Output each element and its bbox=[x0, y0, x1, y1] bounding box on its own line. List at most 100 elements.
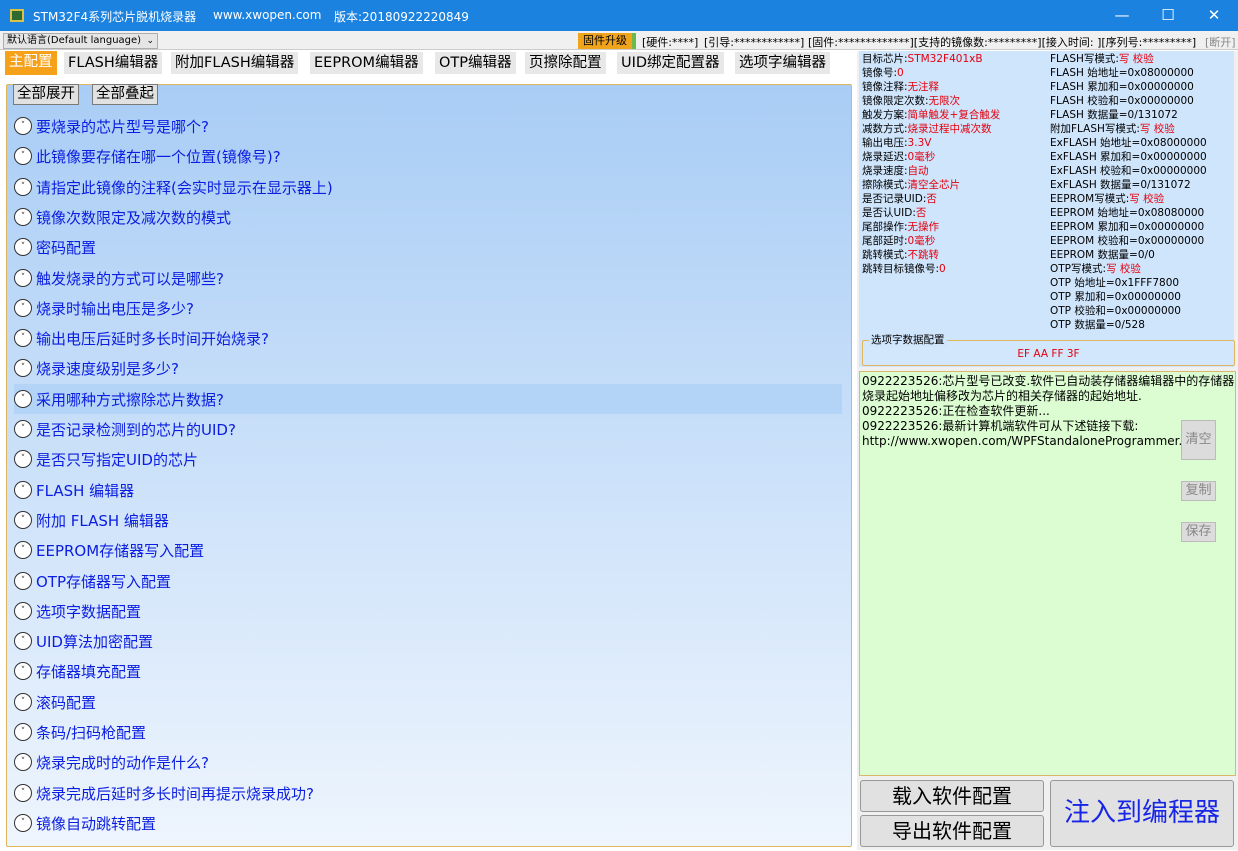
summary-key: 镜像限定次数: bbox=[862, 95, 929, 107]
title-bar: STM32F4系列芯片脱机烧录器 www.xwopen.com 版本:20180… bbox=[0, 0, 1238, 31]
config-expander[interactable]: ˅ 是否记录检测到的芯片的UID? bbox=[14, 414, 842, 444]
chevron-down-icon[interactable]: ˅ bbox=[14, 481, 32, 499]
expander-label: 密码配置 bbox=[36, 239, 97, 257]
config-expander[interactable]: ˅ 要烧录的芯片型号是哪个? bbox=[14, 111, 842, 141]
clear-button[interactable]: 清空 bbox=[1181, 420, 1216, 460]
chevron-down-icon[interactable]: ˅ bbox=[14, 572, 32, 590]
summary-value: 无注释 bbox=[907, 81, 940, 93]
copy-button[interactable]: 复制 bbox=[1181, 481, 1216, 501]
chevron-down-icon[interactable]: ˅ bbox=[14, 541, 32, 559]
config-expander[interactable]: ˅ UID算法加密配置 bbox=[14, 626, 842, 656]
config-expander[interactable]: ˅ 烧录完成时的动作是什么? bbox=[14, 747, 842, 777]
firmware-upgrade-button[interactable]: 固件升级 bbox=[578, 33, 636, 49]
tab-option-bytes[interactable]: 选项字编辑器 bbox=[735, 52, 830, 74]
chevron-down-icon[interactable]: ˅ bbox=[14, 723, 32, 741]
summary-row: FLASH 累加和=0x00000000 bbox=[1050, 80, 1233, 94]
summary-row: EEPROM 累加和=0x00000000 bbox=[1050, 220, 1233, 234]
load-config-button[interactable]: 载入软件配置 bbox=[860, 780, 1044, 812]
tab-uid-binding[interactable]: UID绑定配置器 bbox=[617, 52, 724, 74]
chevron-down-icon[interactable]: ˅ bbox=[14, 238, 32, 256]
config-expander[interactable]: ˅ 条码/扫码枪配置 bbox=[14, 717, 842, 747]
log-area[interactable]: 0922223526:芯片型号已改变.软件已自动装存储器编辑器中的存储器 烧录起始… bbox=[859, 371, 1236, 776]
config-expander[interactable]: ˅ 请指定此镜像的注释(会实时显示在显示器上) bbox=[14, 172, 842, 202]
summary-row: 是否认UID:否 bbox=[862, 206, 1047, 220]
chevron-down-icon[interactable]: ˅ bbox=[14, 450, 32, 468]
expander-label: 镜像次数限定及减次数的模式 bbox=[36, 209, 232, 227]
config-expander[interactable]: ˅ 此镜像要存储在哪一个位置(镜像号)? bbox=[14, 141, 842, 171]
summary-row: 尾部操作:无操作 bbox=[862, 220, 1047, 234]
config-expander[interactable]: ˅ 滚码配置 bbox=[14, 687, 842, 717]
tab-page-erase[interactable]: 页擦除配置 bbox=[525, 52, 606, 74]
config-expander[interactable]: ˅ 烧录完成后延时多长时间再提示烧录成功? bbox=[14, 778, 842, 808]
config-expander[interactable]: ˅ FLASH 编辑器 bbox=[14, 475, 842, 505]
summary-row: FLASH 始地址=0x08000000 bbox=[1050, 66, 1233, 80]
config-expander[interactable]: ˅ 采用哪种方式擦除芯片数据? bbox=[14, 384, 842, 414]
chevron-down-icon[interactable]: ˅ bbox=[14, 299, 32, 317]
summary-row: 输出电压:3.3V bbox=[862, 136, 1047, 150]
language-select[interactable]: 默认语言(Default language) ⌄ bbox=[3, 33, 158, 49]
config-expander[interactable]: ˅ OTP存储器写入配置 bbox=[14, 566, 842, 596]
close-icon[interactable]: ✕ bbox=[1191, 0, 1237, 31]
chevron-down-icon[interactable]: ˅ bbox=[14, 269, 32, 287]
summary-key: 是否认UID: bbox=[862, 207, 916, 219]
chevron-down-icon[interactable]: ˅ bbox=[14, 753, 32, 771]
save-button[interactable]: 保存 bbox=[1181, 522, 1216, 542]
config-expander[interactable]: ˅ EEPROM存储器写入配置 bbox=[14, 535, 842, 565]
config-expander[interactable]: ˅ 是否只写指定UID的芯片 bbox=[14, 444, 842, 474]
summary-row: OTP 校验和=0x00000000 bbox=[1050, 304, 1233, 318]
summary-key: FLASH写模式: bbox=[1050, 53, 1119, 65]
chevron-down-icon[interactable]: ˅ bbox=[14, 662, 32, 680]
summary-key: 镜像号: bbox=[862, 67, 898, 79]
chevron-down-icon[interactable]: ˅ bbox=[14, 784, 32, 802]
maximize-icon[interactable]: ☐ bbox=[1145, 0, 1191, 31]
summary-key: EEPROM 数据量=0/0 bbox=[1050, 249, 1155, 261]
chevron-down-icon[interactable]: ˅ bbox=[14, 602, 32, 620]
summary-key: 跳转模式: bbox=[862, 249, 908, 261]
chevron-down-icon[interactable]: ˅ bbox=[14, 147, 32, 165]
chevron-down-icon[interactable]: ˅ bbox=[14, 693, 32, 711]
chevron-down-icon[interactable]: ˅ bbox=[14, 329, 32, 347]
config-expander[interactable]: ˅ 镜像自动跳转配置 bbox=[14, 808, 842, 838]
summary-key: 是否记录UID: bbox=[862, 193, 927, 205]
config-expander[interactable]: ˅ 输出电压后延时多长时间开始烧录? bbox=[14, 323, 842, 353]
config-expander[interactable]: ˅ 镜像次数限定及减次数的模式 bbox=[14, 202, 842, 232]
config-expander[interactable]: ˅ 触发烧录的方式可以是哪些? bbox=[14, 263, 842, 293]
tab-main-config[interactable]: 主配置 bbox=[5, 51, 57, 75]
tab-ext-flash-editor[interactable]: 附加FLASH编辑器 bbox=[171, 52, 299, 74]
config-expander[interactable]: ˅ 存储器填充配置 bbox=[14, 656, 842, 686]
summary-row: ExFLASH 累加和=0x00000000 bbox=[1050, 150, 1233, 164]
config-expander[interactable]: ˅ 烧录时输出电压是多少? bbox=[14, 293, 842, 323]
config-expander[interactable]: ˅ 选项字数据配置 bbox=[14, 596, 842, 626]
export-config-button[interactable]: 导出软件配置 bbox=[860, 815, 1044, 847]
chevron-down-icon[interactable]: ˅ bbox=[14, 359, 32, 377]
chevron-down-icon[interactable]: ˅ bbox=[14, 178, 32, 196]
summary-key: ExFLASH 数据量=0/131072 bbox=[1050, 179, 1191, 191]
summary-row: 附加FLASH写模式:写 校验 bbox=[1050, 122, 1233, 136]
expander-label: 输出电压后延时多长时间开始烧录? bbox=[36, 330, 269, 348]
config-expander[interactable]: ˅ 附加 FLASH 编辑器 bbox=[14, 505, 842, 535]
tab-flash-editor[interactable]: FLASH编辑器 bbox=[64, 52, 163, 74]
summary-key: 减数方式: bbox=[862, 123, 908, 135]
chevron-down-icon[interactable]: ˅ bbox=[14, 390, 32, 408]
disconnect-link[interactable]: [断开] bbox=[1205, 34, 1236, 50]
chevron-down-icon[interactable]: ˅ bbox=[14, 632, 32, 650]
collapse-all-button[interactable]: 全部叠起 bbox=[92, 84, 158, 105]
tab-eeprom-editor[interactable]: EEPROM编辑器 bbox=[310, 52, 423, 74]
chevron-down-icon[interactable]: ˅ bbox=[14, 420, 32, 438]
config-expander[interactable]: ˅ 密码配置 bbox=[14, 232, 842, 262]
summary-left-column: 目标芯片:STM32F401xB 镜像号:0 镜像注释:无注释 镜像限定次数:无限次触… bbox=[862, 52, 1047, 276]
chevron-down-icon[interactable]: ˅ bbox=[14, 208, 32, 226]
summary-key: OTP写模式: bbox=[1050, 263, 1107, 275]
chevron-down-icon[interactable]: ˅ bbox=[14, 814, 32, 832]
summary-value: 3.3V bbox=[907, 137, 932, 149]
summary-key: OTP 校验和=0x00000000 bbox=[1050, 305, 1181, 317]
summary-key: ExFLASH 始地址=0x08000000 bbox=[1050, 137, 1207, 149]
chevron-down-icon[interactable]: ˅ bbox=[14, 511, 32, 529]
config-expander[interactable]: ˅ 烧录速度级别是多少? bbox=[14, 353, 842, 383]
inject-to-programmer-button[interactable]: 注入到编程器 bbox=[1050, 780, 1234, 847]
minimize-icon[interactable]: — bbox=[1099, 0, 1145, 31]
expand-all-button[interactable]: 全部展开 bbox=[13, 84, 79, 105]
tab-otp-editor[interactable]: OTP编辑器 bbox=[435, 52, 516, 74]
chevron-down-icon[interactable]: ˅ bbox=[14, 117, 32, 135]
chevron-down-icon: ⌄ bbox=[146, 36, 154, 46]
